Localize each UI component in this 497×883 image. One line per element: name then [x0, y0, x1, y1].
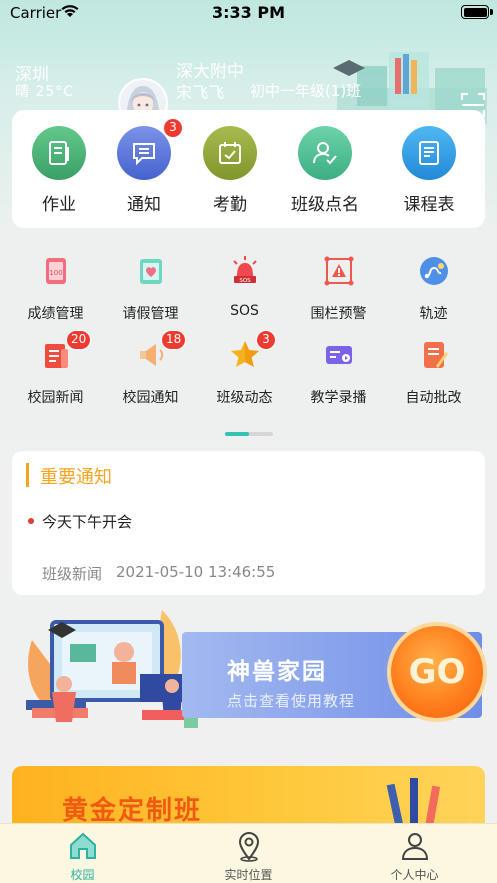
grid-label: 自动批改: [405, 390, 462, 406]
fence-alert-icon: [324, 256, 353, 286]
campus-notice-badge: 18: [161, 330, 187, 350]
banner-subtitle: 点击查看使用教程: [227, 692, 356, 710]
grid-item-grades[interactable]: 100 成绩管理: [7, 254, 104, 323]
home-icon: [70, 832, 96, 859]
grid-label: 校园新闻: [27, 390, 84, 406]
notice-title: 重要通知: [40, 467, 112, 488]
roll-call-icon: [298, 126, 352, 180]
tab-label: 校园: [70, 868, 95, 882]
main-menu-label: 作业: [42, 195, 76, 215]
class-name: 初中一年级(1)班: [250, 82, 362, 100]
grid-item-leave[interactable]: 请假管理: [102, 254, 199, 323]
header: 深圳 晴 25°C 深大附中 宋飞飞 初中一年级(1)班: [0, 26, 497, 128]
sos-siren-icon: SOS: [232, 256, 257, 284]
status-bar: Carrier 3:33 PM: [0, 0, 497, 26]
notice-accent-bar: [26, 463, 29, 487]
grid-label: 教学录播: [310, 390, 367, 406]
homework-icon: [32, 126, 86, 180]
grid-label: 校园通知: [122, 390, 179, 406]
track-icon: [419, 257, 448, 285]
go-button[interactable]: GO: [387, 622, 487, 722]
profile-icon: [401, 833, 429, 860]
grid-item-fence-alert[interactable]: 围栏预警: [290, 254, 387, 323]
banner-title: 神兽家园: [227, 659, 327, 685]
svg-text:100: 100: [49, 269, 62, 277]
grid-label: 请假管理: [122, 306, 179, 322]
grid-item-class-feed[interactable]: 3 班级动态: [196, 330, 293, 407]
weather-info: 晴 25°C: [15, 84, 75, 100]
main-menu-label: 班级点名: [291, 195, 359, 215]
grades-icon: 100: [45, 258, 66, 284]
tab-bar: 校园 实时位置 个人中心: [0, 823, 497, 883]
grid-item-sos[interactable]: SOS SOS: [196, 254, 293, 319]
main-menu-card: 作业 3 通知 考勤 班级点名 课程表: [12, 110, 485, 228]
page-indicator: [225, 432, 273, 436]
clock: 3:33 PM: [211, 3, 285, 22]
go-button-label: GO: [408, 652, 466, 692]
main-menu-roll-call[interactable]: 班级点名: [280, 126, 370, 215]
bullet-icon: [28, 518, 34, 524]
tab-label: 实时位置: [224, 868, 273, 882]
campus-news-badge: 20: [66, 330, 92, 350]
tutorial-banner[interactable]: 神兽家园 点击查看使用教程 GO: [12, 600, 497, 750]
notice-item[interactable]: 今天下午开会: [42, 511, 132, 532]
main-menu-label: 通知: [127, 195, 161, 215]
main-menu-label: 考勤: [213, 195, 247, 215]
tab-label: 个人中心: [390, 868, 439, 882]
main-menu-schedule[interactable]: 课程表: [384, 126, 474, 215]
schedule-icon: [402, 126, 456, 180]
auto-grading-icon: [423, 342, 448, 368]
grid-item-campus-notice[interactable]: 18 校园通知: [102, 330, 199, 407]
grid-item-auto-grading[interactable]: 自动批改: [385, 338, 482, 407]
feature-grid: 100 成绩管理 请假管理 SOS SOS 围栏预警 轨迹 20 校园新闻 18…: [0, 248, 497, 418]
grid-item-lecture-video[interactable]: 教学录播: [290, 338, 387, 407]
notice-timestamp: 2021-05-10 13:46:55: [116, 563, 276, 581]
notice-source: 班级新闻: [42, 565, 103, 583]
main-menu-label: 课程表: [403, 195, 455, 215]
location-pin-icon: [238, 832, 260, 862]
grid-item-campus-news[interactable]: 20 校园新闻: [7, 330, 104, 407]
notification-icon: [117, 126, 171, 180]
battery-icon: [461, 5, 493, 19]
grid-label: 围栏预警: [310, 306, 367, 322]
tab-campus[interactable]: 校园: [0, 824, 165, 883]
main-menu-homework[interactable]: 作业: [14, 126, 104, 215]
grid-label: 轨迹: [419, 306, 448, 322]
main-menu-attendance[interactable]: 考勤: [185, 126, 275, 215]
main-menu-notification[interactable]: 3 通知: [99, 118, 189, 215]
notification-badge: 3: [163, 118, 183, 138]
tab-profile[interactable]: 个人中心: [332, 824, 497, 883]
attendance-icon: [203, 126, 257, 180]
class-feed-badge: 3: [256, 330, 276, 350]
grid-label: SOS: [230, 303, 259, 319]
important-notice-card[interactable]: 重要通知 今天下午开会 班级新闻 2021-05-10 13:46:55: [12, 451, 485, 595]
leave-icon: [139, 259, 162, 284]
grid-label: 成绩管理: [27, 306, 84, 322]
tab-realtime-location[interactable]: 实时位置: [166, 824, 331, 883]
grid-item-track[interactable]: 轨迹: [385, 254, 482, 323]
svg-text:SOS: SOS: [239, 278, 251, 284]
student-name: 宋飞飞: [176, 83, 225, 102]
lecture-video-icon: [325, 346, 352, 364]
gold-banner-title: 黄金定制班: [62, 796, 203, 826]
grid-label: 班级动态: [216, 390, 273, 406]
